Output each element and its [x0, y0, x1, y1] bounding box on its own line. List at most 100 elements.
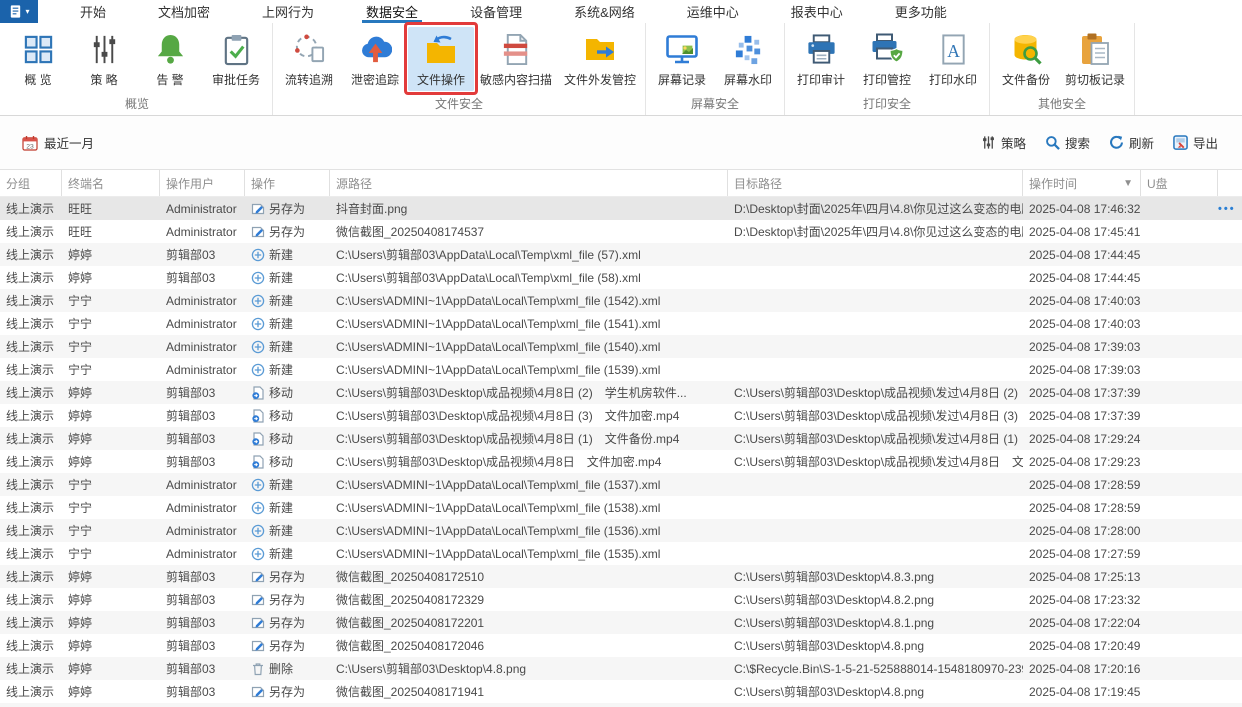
terminal-cell: 婷婷	[68, 432, 93, 446]
table-row[interactable]: 线上演示 旺旺 Administrator 另存为 微信截图_2025040817453…	[0, 220, 1242, 243]
filter-caret-icon[interactable]: ▼	[1123, 178, 1133, 189]
column-header-1[interactable]: 分组	[0, 170, 62, 196]
column-header-7[interactable]: 操作时间 ▼	[1023, 170, 1141, 196]
table-row[interactable]: 线上演示 婷婷 剪辑部03 另存为 微信截图_20250408171941 C:\User…	[0, 680, 1242, 703]
menu-tab-2[interactable]: 文档加密	[132, 0, 236, 23]
table-row[interactable]: 线上演示 宁宁 Administrator 新建 C:\Users\ADMINI~1\A…	[0, 496, 1242, 519]
printer-shield-icon	[869, 31, 905, 67]
usb-cell	[1141, 289, 1218, 312]
ribbon-button-bell[interactable]: 告 警	[137, 27, 203, 91]
column-header-9[interactable]	[1218, 170, 1242, 196]
ribbon-button-clipboard-doc[interactable]: 剪切板记录	[1059, 27, 1131, 91]
column-header-2[interactable]: 终端名	[62, 170, 160, 196]
ribbon-button-cloud-up[interactable]: 泄密追踪	[342, 27, 408, 91]
table-row[interactable]: 线上演示 婷婷 剪辑部03 另存为 微信截图_20250408172201 C:\User…	[0, 611, 1242, 634]
table-row[interactable]: 线上演示 宁宁 Administrator 新建 C:\Users\ADMINI~1\A…	[0, 335, 1242, 358]
ribbon-button-doc-scan[interactable]: 敏感内容扫描	[474, 27, 558, 91]
refresh-action-button[interactable]: 刷新	[1109, 133, 1154, 152]
operation-cell: 移动	[245, 381, 330, 404]
operation-cell: 移动	[245, 450, 330, 473]
export-action-button[interactable]: 导出	[1173, 133, 1218, 152]
menu-tab-1[interactable]: 开始	[54, 0, 132, 23]
row-more-actions-icon[interactable]: •••	[1218, 203, 1236, 215]
column-header-label: 操作用户	[166, 176, 215, 191]
user-cell: Administrator	[166, 201, 237, 216]
table-row[interactable]: 线上演示 宁宁 Administrator 新建 C:\Users\ADMINI~1\A…	[0, 473, 1242, 496]
operation-label: 新建	[269, 271, 294, 285]
ribbon-button-printer-shield[interactable]: 打印管控	[854, 27, 920, 91]
menu-tab-4[interactable]: 数据安全	[340, 0, 444, 23]
user-cell: Administrator	[166, 362, 237, 377]
menu-tab-8[interactable]: 报表中心	[765, 0, 869, 23]
user-cell: 剪辑部03	[166, 409, 216, 423]
table-row[interactable]: 线上演示 婷婷 剪辑部03 删除 C:\Users\剪辑部03\Desktop\4.8.…	[0, 657, 1242, 680]
usb-cell	[1141, 680, 1218, 703]
table-row[interactable]: 线上演示 婷婷 剪辑部03 另存为 微信截图_20250408172046 C:\User…	[0, 634, 1242, 657]
row-actions-cell	[1218, 335, 1242, 358]
ribbon-group-3: 屏幕记录 屏幕水印 屏幕安全	[646, 23, 786, 115]
operation-cell: 另存为	[245, 634, 330, 657]
menu-tab-6[interactable]: 系统&网络	[548, 0, 661, 23]
table-row[interactable]: 线上演示 婷婷 剪辑部03 新建 C:\Users\剪辑部03\AppData\Loca…	[0, 243, 1242, 266]
table-row[interactable]: 线上演示 婷婷 剪辑部03 移动 C:\Users\剪辑部03\Desktop\成品视频…	[0, 381, 1242, 404]
ribbon-button-label: 打印管控	[863, 73, 912, 87]
table-row[interactable]: 线上演示 婷婷 剪辑部03 另存为 微信截图_20250408172510 C:\User…	[0, 565, 1242, 588]
table-row[interactable]: 线上演示 婷婷 剪辑部03 移动 C:\Users\剪辑部03\Desktop\成品视频…	[0, 404, 1242, 427]
table-row[interactable]: 线上演示 旺旺 Administrator 另存为 抖音封面.png D:\Desktop…	[0, 197, 1242, 220]
sliders-action-button[interactable]: 策略	[981, 133, 1026, 152]
source-path-cell: C:\Users\剪辑部03\Desktop\成品视频\4月8日 (3) 文件加…	[336, 409, 680, 423]
column-header-3[interactable]: 操作用户	[160, 170, 245, 196]
ribbon-button-clipboard-check[interactable]: 审批任务	[203, 27, 269, 91]
usb-cell	[1141, 542, 1218, 565]
table-row[interactable]: 线上演示 宁宁 Administrator 新建 C:\Users\ADMINI~1\A…	[0, 289, 1242, 312]
column-header-6[interactable]: 目标路径	[728, 170, 1023, 196]
menu-tab-9[interactable]: 更多功能	[869, 0, 973, 23]
ribbon-button-sliders[interactable]: 策 略	[71, 27, 137, 91]
usb-cell	[1141, 565, 1218, 588]
column-header-label: 终端名	[68, 176, 105, 191]
table-row[interactable]: 线上演示 婷婷 剪辑部03 移动 C:\Users\剪辑部03\Desktop\成品视频…	[0, 427, 1242, 450]
table-row[interactable]: 线上演示 婷婷 剪辑部03 新建 C:\Users\剪辑部03\AppData\Loca…	[0, 266, 1242, 289]
menu-tab-7[interactable]: 运维中心	[661, 0, 765, 23]
table-row[interactable]: 线上演示 婷婷 剪辑部03 另存为 微信截图_20250408172329 C:\User…	[0, 588, 1242, 611]
column-header-5[interactable]: 源路径	[330, 170, 728, 196]
terminal-cell: 宁宁	[68, 524, 93, 538]
ribbon-button-folder-return[interactable]: 文件操作	[404, 22, 478, 95]
operation-label: 另存为	[269, 616, 306, 630]
ribbon-button-printer[interactable]: 打印审计	[788, 27, 854, 91]
folder-arrow-icon	[582, 31, 618, 67]
column-header-4[interactable]: 操作	[245, 170, 330, 196]
terminal-cell: 宁宁	[68, 501, 93, 515]
menu-tab-3[interactable]: 上网行为	[236, 0, 340, 23]
ribbon-button-trace[interactable]: 流转追溯	[276, 27, 342, 91]
ribbon-button-db-search[interactable]: 文件备份	[993, 27, 1059, 91]
table-row[interactable]: 线上演示 宁宁 Administrator 新建 C:\Users\ADMINI~1\A…	[0, 312, 1242, 335]
target-path-cell: C:\Users\剪辑部03\Desktop\成品视频\发过\4月8日 (2) …	[734, 386, 1023, 400]
date-range-filter[interactable]: 23 最近一月	[22, 133, 94, 152]
menu-tab-5[interactable]: 设备管理	[444, 0, 548, 23]
operation-cell: 新建	[245, 473, 330, 496]
operation-label: 另存为	[269, 225, 306, 239]
new-operation-icon	[251, 340, 265, 354]
table-row[interactable]: 线上演示 婷婷 剪辑部03 移动 C:\Users\剪辑部03\Desktop\成品视频…	[0, 450, 1242, 473]
ribbon-button-grid[interactable]: 概 览	[5, 27, 71, 91]
ribbon-button-doc-a[interactable]: A 打印水印	[920, 27, 986, 91]
table-row[interactable]: 线上演示 宁宁 Administrator 新建 C:\Users\ADMINI~1\A…	[0, 358, 1242, 381]
operation-label: 移动	[269, 455, 294, 469]
doc-a-icon: A	[935, 31, 971, 67]
ribbon-button-folder-arrow[interactable]: 文件外发管控	[558, 27, 642, 91]
target-path-cell: C:\Users\剪辑部03\Desktop\4.8.png	[734, 685, 925, 699]
table-row[interactable]: 线上演示 宁宁 Administrator 新建 C:\Users\ADMINI~1\A…	[0, 519, 1242, 542]
column-header-8[interactable]: U盘	[1141, 170, 1218, 196]
source-path-cell: C:\Users\剪辑部03\AppData\Local\Temp\xml_fi…	[336, 248, 641, 262]
usb-cell	[1141, 519, 1218, 542]
ribbon-button-label: 策 略	[90, 73, 118, 87]
terminal-cell: 婷婷	[68, 639, 93, 653]
operation-cell: 删除	[245, 657, 330, 680]
search-action-button[interactable]: 搜索	[1045, 133, 1090, 152]
app-menu-button[interactable]: ▾	[0, 0, 38, 23]
ribbon-button-watermark[interactable]: 屏幕水印	[715, 27, 781, 91]
usb-cell	[1141, 220, 1218, 243]
ribbon-button-screen-record[interactable]: 屏幕记录	[649, 27, 715, 91]
table-row[interactable]: 线上演示 宁宁 Administrator 新建 C:\Users\ADMINI~1\A…	[0, 542, 1242, 565]
